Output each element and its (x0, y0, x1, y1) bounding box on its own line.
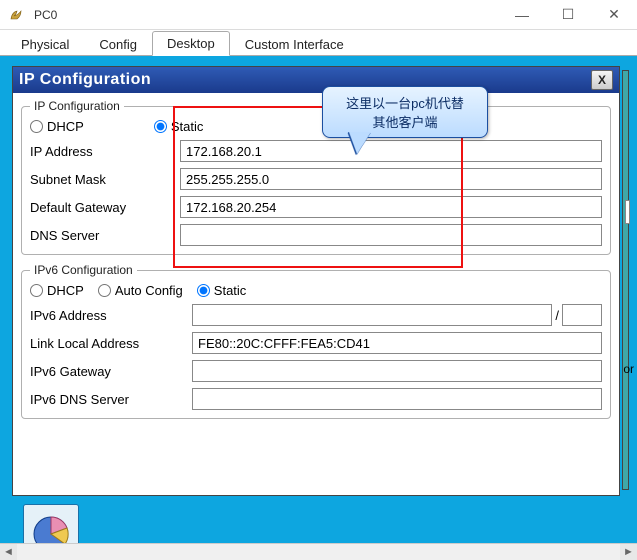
tab-strip: Physical Config Desktop Custom Interface (0, 30, 637, 56)
scroll-track[interactable] (17, 544, 620, 560)
horizontal-scrollbar[interactable]: ◄ ► (0, 543, 637, 560)
tab-physical[interactable]: Physical (6, 32, 84, 56)
subnet-mask-label: Subnet Mask (30, 172, 180, 187)
background-scrollbar (625, 200, 630, 224)
ipv6-dhcp-radio-input[interactable] (30, 284, 43, 297)
window-titlebar: PC0 — ☐ ✕ (0, 0, 637, 30)
annotation-callout-box: 这里以一台pc机代替 其他客户端 (322, 86, 488, 138)
annotation-line-2: 其他客户端 (331, 112, 479, 131)
ipv6-static-radio[interactable]: Static (197, 283, 247, 298)
ipv4-static-radio[interactable]: Static (154, 119, 204, 134)
scroll-left-arrow[interactable]: ◄ (0, 544, 17, 560)
link-local-label: Link Local Address (30, 336, 192, 351)
close-button[interactable]: ✕ (591, 0, 637, 30)
background-panel-edge (622, 70, 629, 490)
annotation-callout: 这里以一台pc机代替 其他客户端 (322, 86, 488, 138)
scroll-right-arrow[interactable]: ► (620, 544, 637, 560)
app-icon (6, 3, 30, 27)
ipv4-dhcp-radio[interactable]: DHCP (30, 119, 84, 134)
annotation-line-1: 这里以一台pc机代替 (331, 93, 479, 112)
ip-address-label: IP Address (30, 144, 180, 159)
ipv6-dns-label: IPv6 DNS Server (30, 392, 192, 407)
ipv6-static-label: Static (214, 283, 247, 298)
dns-server-label: DNS Server (30, 228, 180, 243)
ipv6-dns-input[interactable] (192, 388, 602, 410)
ipv6-prefix-slash: / (555, 308, 559, 323)
tab-desktop[interactable]: Desktop (152, 31, 230, 56)
ipv4-static-label: Static (171, 119, 204, 134)
ip-config-title: IP Configuration (19, 71, 591, 89)
ipv6-address-label: IPv6 Address (30, 308, 192, 323)
ipv6-legend: IPv6 Configuration (30, 263, 137, 277)
ipv6-dhcp-radio[interactable]: DHCP (30, 283, 84, 298)
link-local-input[interactable] (192, 332, 602, 354)
ipv4-dhcp-radio-input[interactable] (30, 120, 43, 133)
subnet-mask-input[interactable] (180, 168, 602, 190)
default-gateway-input[interactable] (180, 196, 602, 218)
ipv6-fieldset: IPv6 Configuration DHCP Auto Config Stat… (21, 263, 611, 419)
desktop-area: or IP Configuration X IP Configuration D… (0, 56, 637, 560)
dns-server-input[interactable] (180, 224, 602, 246)
ipv4-static-radio-input[interactable] (154, 120, 167, 133)
background-truncated-text: or (623, 362, 634, 376)
ip-config-header: IP Configuration X (13, 67, 619, 93)
ipv4-dhcp-label: DHCP (47, 119, 84, 134)
tab-custom-interface[interactable]: Custom Interface (230, 32, 359, 56)
ipv6-auto-radio-input[interactable] (98, 284, 111, 297)
ip-config-window: IP Configuration X IP Configuration DHCP… (12, 66, 620, 496)
ip-config-close-button[interactable]: X (591, 70, 613, 90)
ipv6-gateway-input[interactable] (192, 360, 602, 382)
ipv6-auto-label: Auto Config (115, 283, 183, 298)
ipv6-static-radio-input[interactable] (197, 284, 210, 297)
minimize-button[interactable]: — (499, 0, 545, 30)
ipv6-prefix-input[interactable] (562, 304, 602, 326)
default-gateway-label: Default Gateway (30, 200, 180, 215)
ipv4-legend: IP Configuration (30, 99, 124, 113)
ipv6-auto-radio[interactable]: Auto Config (98, 283, 183, 298)
ipv6-address-input[interactable] (192, 304, 552, 326)
ipv6-gateway-label: IPv6 Gateway (30, 364, 192, 379)
ipv4-fieldset: IP Configuration DHCP Static IP Address (21, 99, 611, 255)
ip-address-input[interactable] (180, 140, 602, 162)
tab-config[interactable]: Config (84, 32, 152, 56)
maximize-button[interactable]: ☐ (545, 0, 591, 30)
window-title: PC0 (34, 8, 499, 22)
ipv6-dhcp-label: DHCP (47, 283, 84, 298)
